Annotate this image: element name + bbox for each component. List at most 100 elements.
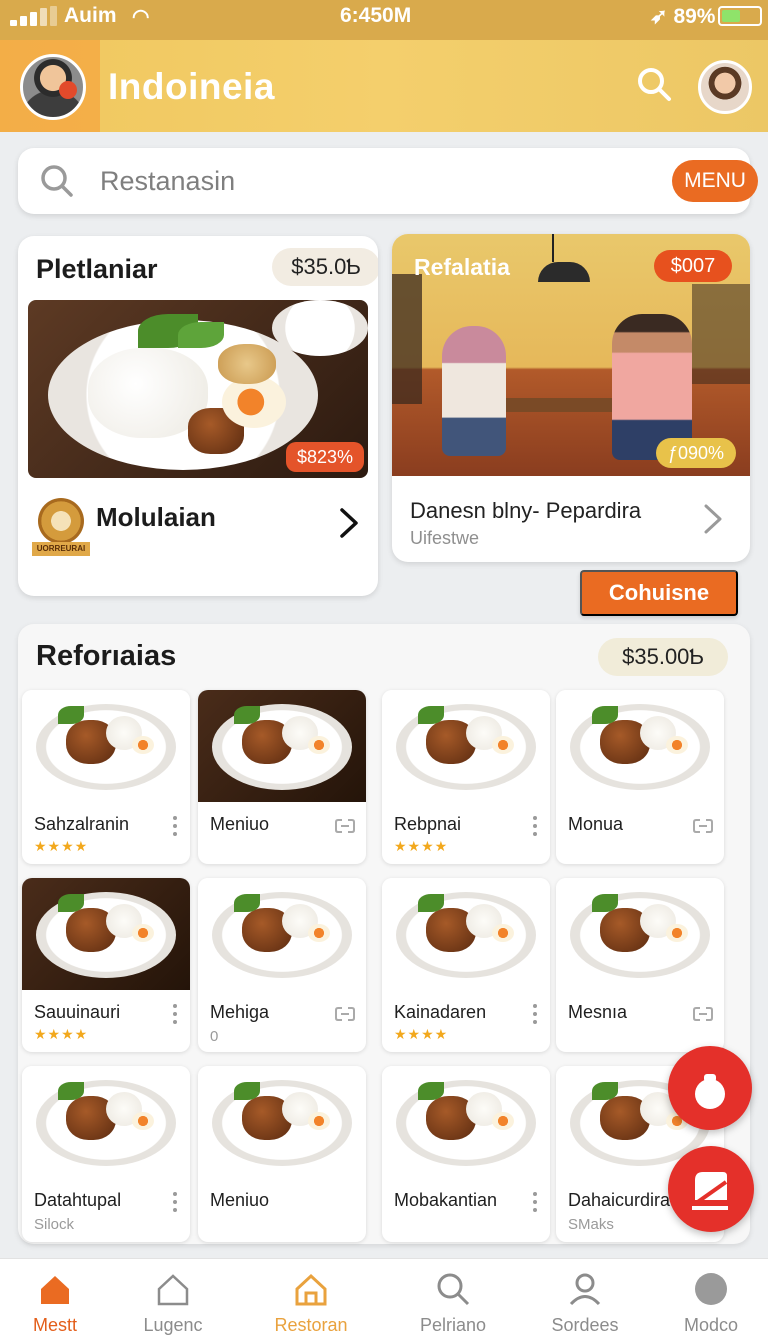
brand-name: Molulaian xyxy=(96,502,216,532)
featured-title: Pletlaniar xyxy=(36,254,158,284)
cart-fab[interactable] xyxy=(668,1046,752,1130)
link-icon[interactable] xyxy=(692,816,714,836)
restaurant-card[interactable]: Refalatia $007 ƒ090% Danesn blny- Pepard… xyxy=(392,234,750,562)
food-card[interactable]: Mobakantian xyxy=(382,1066,550,1242)
restaurant-title: Danesn blny- Pepardira xyxy=(410,498,642,523)
more-options-icon[interactable] xyxy=(172,1192,178,1214)
dish-image xyxy=(382,878,550,990)
food-card[interactable]: Sahzalranin ★★★★ xyxy=(22,690,190,864)
nav-tab-label: Sordees xyxy=(551,1315,619,1335)
more-options-icon[interactable] xyxy=(172,1004,178,1026)
home-icon xyxy=(37,1271,73,1307)
nav-tab-label: Lugenc xyxy=(143,1315,203,1335)
chevron-right-icon[interactable] xyxy=(700,502,726,536)
dish-subtitle: Silock xyxy=(34,1216,75,1233)
food-card[interactable]: Meniuo xyxy=(198,1066,366,1242)
star-rating: ★★★★ xyxy=(394,838,449,854)
price-badge: $007 xyxy=(654,250,732,282)
nav-tab-label: Mestt xyxy=(32,1315,77,1335)
search-bar: MENU xyxy=(18,148,758,214)
more-options-icon[interactable] xyxy=(532,1004,538,1026)
featured-card[interactable]: Pletlaniar $35.0Ƅ $823% UORREURAI Molula… xyxy=(18,236,378,596)
price-badge: $35.00Ƅ xyxy=(598,638,728,676)
app-header: Indoineia xyxy=(0,40,768,132)
more-options-icon[interactable] xyxy=(532,816,538,838)
battery-percent: ➶ 89% xyxy=(650,5,716,28)
nav-tab-label: Restoran xyxy=(274,1315,348,1335)
user-avatar[interactable] xyxy=(698,60,752,114)
discount-badge: $823% xyxy=(286,442,364,472)
star-rating: ★★★★ xyxy=(34,838,89,854)
dish-name: Mehiga xyxy=(210,1002,270,1022)
dish-name: Monua xyxy=(568,814,624,834)
restaurant-subtitle: Uifestwe xyxy=(410,528,480,548)
dish-image xyxy=(22,690,190,802)
food-card[interactable]: Monua xyxy=(556,690,724,864)
nav-tab[interactable]: Pelriano xyxy=(398,1259,508,1344)
dish-subtitle: 0 xyxy=(210,1028,219,1045)
wifi-icon: ◠ xyxy=(132,6,150,28)
nav-tab-label: Pelriano xyxy=(419,1315,487,1335)
menu-button[interactable]: MENU xyxy=(672,160,758,202)
dish-image xyxy=(22,878,190,990)
rating-badge: ƒ090% xyxy=(656,438,736,468)
food-card[interactable]: Sauuinauri ★★★★ xyxy=(22,878,190,1052)
edit-fab[interactable] xyxy=(668,1146,754,1232)
dish-name: Rebpnai xyxy=(394,814,462,834)
bottom-nav: Mestt Lugenc Restoran Pelriano Sordees Modco xyxy=(0,1258,768,1344)
dish-name: Kainadaren xyxy=(394,1002,487,1022)
nav-tab[interactable]: Modco xyxy=(656,1259,766,1344)
notification-dot xyxy=(59,81,77,99)
status-time: 6:450M xyxy=(340,4,412,27)
search-icon xyxy=(41,165,73,197)
dish-image xyxy=(556,878,724,990)
food-card[interactable]: Kainadaren ★★★★ xyxy=(382,878,550,1052)
food-card[interactable]: Datahtupal Silock xyxy=(22,1066,190,1242)
battery-icon xyxy=(718,6,762,26)
dish-image xyxy=(382,690,550,802)
dish-image xyxy=(22,1066,190,1178)
nav-tab-label: Modco xyxy=(683,1315,739,1335)
dish-name: Dahaicurdira xyxy=(568,1190,671,1210)
user-icon xyxy=(567,1271,603,1307)
page-title: Indoineia xyxy=(108,66,275,107)
food-card[interactable]: Mesnıa xyxy=(556,878,724,1052)
link-icon[interactable] xyxy=(334,1004,356,1024)
dish-name: Mesnıa xyxy=(568,1002,628,1022)
nav-tab[interactable]: Restoran xyxy=(256,1259,366,1344)
search-icon[interactable] xyxy=(636,66,672,102)
bag-icon xyxy=(695,1074,725,1109)
chevron-right-icon[interactable] xyxy=(336,506,362,540)
dish-image xyxy=(382,1066,550,1178)
dish-name: Mobakantian xyxy=(394,1190,498,1210)
food-card[interactable]: Rebpnai ★★★★ xyxy=(382,690,550,864)
link-icon[interactable] xyxy=(692,1004,714,1024)
dish-name: Sauuinauri xyxy=(34,1002,121,1022)
nav-tab[interactable]: Lugenc xyxy=(118,1259,228,1344)
home-outline-icon xyxy=(155,1271,191,1307)
section-title: Reforıaias xyxy=(36,640,177,672)
nav-tab[interactable]: Sordees xyxy=(530,1259,640,1344)
restaurant-logo: UORREURAI xyxy=(32,498,92,560)
signal-icon xyxy=(10,6,57,26)
restaurant-label: Refalatia xyxy=(414,254,510,280)
link-icon[interactable] xyxy=(334,816,356,836)
cuisine-button[interactable]: Cohuisne xyxy=(580,570,738,616)
profile-avatar[interactable] xyxy=(20,54,86,120)
nav-tab[interactable]: Mestt xyxy=(0,1259,110,1344)
more-options-icon[interactable] xyxy=(172,816,178,838)
carrier-name: Auim xyxy=(64,4,117,27)
dish-image xyxy=(198,690,366,802)
restaurant-home-icon xyxy=(293,1271,329,1307)
status-bar: Auim ◠ 6:450M ➶ 89% xyxy=(0,0,768,40)
more-options-icon[interactable] xyxy=(532,1192,538,1214)
dish-image xyxy=(556,690,724,802)
star-rating: ★★★★ xyxy=(394,1026,449,1042)
dish-name: Meniuo xyxy=(210,1190,270,1210)
star-rating: ★★★★ xyxy=(34,1026,89,1042)
dish-name: Datahtupal xyxy=(34,1190,122,1210)
edit-icon xyxy=(690,1172,728,1210)
search-input[interactable] xyxy=(100,162,640,200)
food-card[interactable]: Meniuo xyxy=(198,690,366,864)
food-card[interactable]: Mehiga 0 xyxy=(198,878,366,1052)
